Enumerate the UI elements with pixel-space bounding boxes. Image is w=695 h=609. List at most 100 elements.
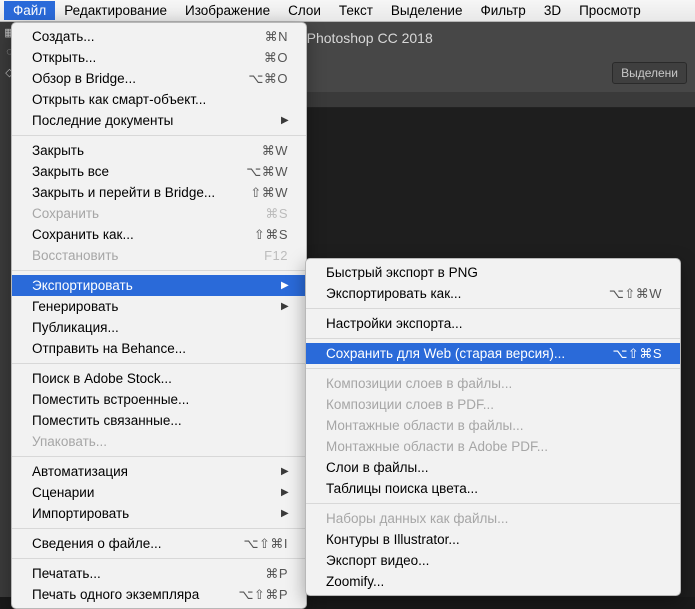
export-submenu: Быстрый экспорт в PNGЭкспортировать как.… — [305, 258, 681, 596]
menu-item[interactable]: Таблицы поиска цвета... — [306, 478, 680, 499]
file-menu: Создать...⌘NОткрыть...⌘OОбзор в Bridge..… — [11, 22, 307, 609]
menu-item-label: Автоматизация — [32, 463, 277, 481]
menu-separator — [306, 308, 680, 309]
menu-shortcut: ⌥⇧⌘S — [612, 345, 662, 363]
menu-item-label: Таблицы поиска цвета... — [326, 480, 662, 498]
menu-separator — [12, 270, 306, 271]
menu-item[interactable]: Публикация... — [12, 317, 306, 338]
menu-item[interactable]: Поместить связанные... — [12, 410, 306, 431]
menu-item[interactable]: Сохранить для Web (старая версия)...⌥⇧⌘S — [306, 343, 680, 364]
menu-item-label: Композиции слоев в файлы... — [326, 375, 662, 393]
menu-shortcut: ⌥⇧⌘P — [238, 586, 288, 604]
menu-shortcut: ⌥⇧⌘I — [244, 535, 289, 553]
menu-item[interactable]: Настройки экспорта... — [306, 313, 680, 334]
menu-item[interactable]: Экспортировать как...⌥⇧⌘W — [306, 283, 680, 304]
menu-item[interactable]: Создать...⌘N — [12, 26, 306, 47]
menu-item[interactable]: Zoomify... — [306, 571, 680, 592]
menu-item-label: Наборы данных как файлы... — [326, 510, 662, 528]
menu-item[interactable]: Последние документы▶ — [12, 110, 306, 131]
menu-item-label: Поместить связанные... — [32, 412, 288, 430]
menu-item-label: Поместить встроенные... — [32, 391, 288, 409]
submenu-arrow-icon: ▶ — [281, 484, 288, 502]
menu-separator — [306, 338, 680, 339]
menu-item-label: Упаковать... — [32, 433, 288, 451]
menu-item[interactable]: Экспортировать▶ — [12, 275, 306, 296]
menu-item[interactable]: Экспорт видео... — [306, 550, 680, 571]
menu-item-label: Обзор в Bridge... — [32, 70, 248, 88]
menubar-item[interactable]: 3D — [535, 1, 570, 20]
menu-item-label: Восстановить — [32, 247, 264, 265]
submenu-arrow-icon: ▶ — [281, 277, 288, 295]
menu-item-label: Сохранить — [32, 205, 265, 223]
menu-item[interactable]: Сохранить как...⇧⌘S — [12, 224, 306, 245]
menu-item-label: Открыть... — [32, 49, 264, 67]
menu-item-label: Последние документы — [32, 112, 277, 130]
os-menubar: ФайлРедактированиеИзображениеСлоиТекстВы… — [0, 0, 695, 22]
menu-item[interactable]: Закрыть⌘W — [12, 140, 306, 161]
menu-item-label: Закрыть — [32, 142, 262, 160]
menu-item-label: Закрыть и перейти в Bridge... — [32, 184, 250, 202]
menu-item-label: Экспортировать — [32, 277, 277, 295]
submenu-arrow-icon: ▶ — [281, 463, 288, 481]
menu-item: Сохранить⌘S — [12, 203, 306, 224]
menu-item[interactable]: Печать одного экземпляра⌥⇧⌘P — [12, 584, 306, 605]
menu-item-label: Сохранить как... — [32, 226, 254, 244]
menu-shortcut: ⌘N — [265, 28, 288, 46]
menu-shortcut: ⌘O — [264, 49, 288, 67]
menu-item[interactable]: Генерировать▶ — [12, 296, 306, 317]
menu-item[interactable]: Отправить на Behance... — [12, 338, 306, 359]
menu-item-label: Поиск в Adobe Stock... — [32, 370, 288, 388]
menu-item[interactable]: Импортировать▶ — [12, 503, 306, 524]
menubar-item[interactable]: Редактирование — [55, 1, 176, 20]
menu-item-label: Композиции слоев в PDF... — [326, 396, 662, 414]
menu-item-label: Монтажные области в Adobe PDF... — [326, 438, 662, 456]
menu-item[interactable]: Автоматизация▶ — [12, 461, 306, 482]
menu-separator — [12, 528, 306, 529]
menu-item-label: Открыть как смарт-объект... — [32, 91, 288, 109]
menu-item: Упаковать... — [12, 431, 306, 452]
menubar-item[interactable]: Слои — [279, 1, 330, 20]
menu-item-label: Импортировать — [32, 505, 277, 523]
menubar-item[interactable]: Файл — [4, 1, 55, 20]
menu-item[interactable]: Слои в файлы... — [306, 457, 680, 478]
menu-separator — [12, 558, 306, 559]
menu-shortcut: ⇧⌘W — [250, 184, 288, 202]
menubar-item[interactable]: Текст — [330, 1, 382, 20]
menu-item[interactable]: Закрыть и перейти в Bridge...⇧⌘W — [12, 182, 306, 203]
menu-item-label: Настройки экспорта... — [326, 315, 662, 333]
menu-shortcut: ⌥⌘O — [248, 70, 288, 88]
menu-item[interactable]: Печатать...⌘P — [12, 563, 306, 584]
menu-separator — [306, 368, 680, 369]
menu-shortcut: ⌘P — [265, 565, 288, 583]
menubar-item[interactable]: Выделение — [382, 1, 472, 20]
menu-separator — [12, 363, 306, 364]
menu-item[interactable]: Поместить встроенные... — [12, 389, 306, 410]
menu-shortcut: ⌘S — [265, 205, 288, 223]
menubar-item[interactable]: Просмотр — [570, 1, 650, 20]
menu-item[interactable]: Сценарии▶ — [12, 482, 306, 503]
menubar-item[interactable]: Фильтр — [471, 1, 534, 20]
menu-item[interactable]: Открыть как смарт-объект... — [12, 89, 306, 110]
menu-shortcut: ⇧⌘S — [254, 226, 288, 244]
menu-item[interactable]: Сведения о файле...⌥⇧⌘I — [12, 533, 306, 554]
menu-item[interactable]: Открыть...⌘O — [12, 47, 306, 68]
menu-item: Наборы данных как файлы... — [306, 508, 680, 529]
menu-item[interactable]: Закрыть все⌥⌘W — [12, 161, 306, 182]
menu-shortcut: ⌥⌘W — [246, 163, 288, 181]
menubar-item[interactable]: Изображение — [176, 1, 279, 20]
selection-mode-button[interactable]: Выделени — [612, 62, 687, 84]
menu-item[interactable]: Быстрый экспорт в PNG — [306, 262, 680, 283]
submenu-arrow-icon: ▶ — [281, 112, 288, 130]
menu-item: Композиции слоев в файлы... — [306, 373, 680, 394]
menu-item-label: Публикация... — [32, 319, 288, 337]
menu-separator — [12, 135, 306, 136]
menu-item-label: Печать одного экземпляра — [32, 586, 238, 604]
menu-separator — [12, 456, 306, 457]
menu-item[interactable]: Контуры в Illustrator... — [306, 529, 680, 550]
menu-item-label: Сведения о файле... — [32, 535, 244, 553]
menu-item[interactable]: Обзор в Bridge...⌥⌘O — [12, 68, 306, 89]
menu-item-label: Монтажные области в файлы... — [326, 417, 662, 435]
menu-separator — [306, 503, 680, 504]
menu-item[interactable]: Поиск в Adobe Stock... — [12, 368, 306, 389]
menu-item-label: Быстрый экспорт в PNG — [326, 264, 662, 282]
